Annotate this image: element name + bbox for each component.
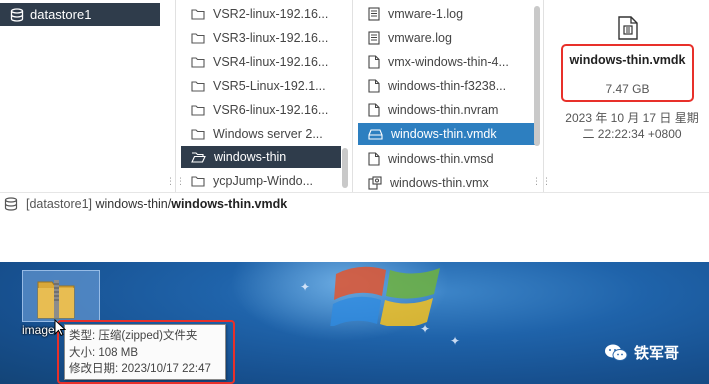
datastore-item[interactable]: datastore1 xyxy=(0,3,160,26)
folder-item[interactable]: ycpJump-Windo... xyxy=(181,170,341,192)
path-datastore: [datastore1] xyxy=(26,196,93,211)
folder-icon xyxy=(191,57,205,68)
detail-date-line-2: 二 22:22:34 +0800 xyxy=(582,127,682,141)
detail-modified-date: 2023 年 10 月 17 日 星期 二 22:22:34 +0800 xyxy=(557,110,707,142)
file-item[interactable]: vmware-1.log xyxy=(358,3,536,25)
file-icon xyxy=(368,79,380,93)
folder-item[interactable]: VSR2-linux-192.16... xyxy=(181,3,341,25)
file-label: windows-thin.nvram xyxy=(388,103,499,117)
folder-icon xyxy=(191,9,205,20)
watermark-text: 铁军哥 xyxy=(634,345,680,362)
datastore-browser: datastore1 VSR2-linux-192.16... VSR3-lin… xyxy=(0,0,709,192)
folder-icon xyxy=(191,81,205,92)
log-file-icon xyxy=(368,7,380,21)
windows-logo-wallpaper xyxy=(330,266,440,326)
folder-label: windows-thin xyxy=(214,150,287,164)
folder-icon xyxy=(191,33,205,44)
folder-icon xyxy=(191,176,205,187)
zip-folder-icon[interactable] xyxy=(36,274,76,320)
scrollbar[interactable] xyxy=(534,6,540,146)
file-item[interactable]: vmware.log xyxy=(358,27,536,49)
path-folder: windows-thin/ xyxy=(95,196,172,211)
datastore-icon xyxy=(4,196,18,211)
folder-label: VSR4-linux-192.16... xyxy=(213,55,329,69)
vmdk-file-icon xyxy=(618,16,638,40)
file-item[interactable]: windows-thin-f3238... xyxy=(358,75,536,97)
file-label: vmx-windows-thin-4... xyxy=(388,55,509,69)
vm-config-icon xyxy=(368,176,382,190)
datastore-label: datastore1 xyxy=(30,7,92,22)
disk-icon xyxy=(368,129,383,140)
folder-item[interactable]: VSR6-linux-192.16... xyxy=(181,99,341,121)
datastore-icon xyxy=(10,7,24,22)
open-folder-icon xyxy=(191,152,206,163)
column-resize-handle[interactable]: ⋮⋮ xyxy=(532,177,551,189)
folder-item-selected[interactable]: windows-thin xyxy=(181,146,341,168)
detail-date-line-1: 2023 年 10 月 17 日 星期 xyxy=(565,111,699,125)
folder-label: VSR2-linux-192.16... xyxy=(213,7,329,21)
file-icon xyxy=(368,152,380,166)
folder-item[interactable]: VSR5-Linux-192.1... xyxy=(181,75,341,97)
file-item[interactable]: windows-thin.vmsd xyxy=(358,148,536,170)
desktop-icon-label[interactable]: image xyxy=(22,323,55,337)
file-item[interactable]: windows-thin.vmx xyxy=(358,172,536,194)
file-column: vmware-1.log vmware.log vmx-windows-thin… xyxy=(354,0,544,192)
folder-label: Windows server 2... xyxy=(213,127,323,141)
column-resize-handle[interactable]: ⋮⋮ xyxy=(166,177,185,189)
file-label: windows-thin.vmdk xyxy=(391,127,497,141)
mouse-cursor-icon xyxy=(54,319,66,337)
detail-file-name: windows-thin.vmdk xyxy=(569,53,686,67)
detail-file-size: 7.47 GB xyxy=(605,82,650,96)
wechat-icon xyxy=(605,344,628,361)
file-label: vmware-1.log xyxy=(388,7,464,21)
file-item-selected[interactable]: windows-thin.vmdk xyxy=(358,123,536,145)
folder-label: ycpJump-Windo... xyxy=(213,174,314,188)
file-item[interactable]: vmx-windows-thin-4... xyxy=(358,51,536,73)
folder-item[interactable]: Windows server 2... xyxy=(181,123,341,145)
file-label: windows-thin.vmx xyxy=(390,176,489,190)
scrollbar[interactable] xyxy=(342,148,348,188)
desktop-area: ✦ ✦ ✦ image 类型: 压缩(zipped)文件夹 大小: 108 MB… xyxy=(0,262,709,384)
log-file-icon xyxy=(368,31,380,45)
file-label: windows-thin-f3238... xyxy=(388,79,507,93)
detail-panel: windows-thin.vmdk 7.47 GB 2023 年 10 月 17… xyxy=(545,0,709,192)
folder-item[interactable]: VSR4-linux-192.16... xyxy=(181,51,341,73)
file-icon xyxy=(368,55,380,69)
sparkle-decoration: ✦ xyxy=(450,334,461,348)
highlight-annotation xyxy=(57,320,235,384)
file-icon xyxy=(368,103,380,117)
watermark: 铁军哥 xyxy=(604,342,679,363)
folder-icon xyxy=(191,129,205,140)
folder-label: VSR5-Linux-192.1... xyxy=(213,79,326,93)
path-bar: [datastore1] windows-thin/windows-thin.v… xyxy=(0,192,709,214)
file-label: windows-thin.vmsd xyxy=(388,152,494,166)
folder-icon xyxy=(191,105,205,116)
folder-label: VSR6-linux-192.16... xyxy=(213,103,329,117)
folder-item[interactable]: VSR3-linux-192.16... xyxy=(181,27,341,49)
folder-column: VSR2-linux-192.16... VSR3-linux-192.16..… xyxy=(177,0,353,192)
folder-label: VSR3-linux-192.16... xyxy=(213,31,329,45)
datastore-column: datastore1 xyxy=(0,0,176,192)
file-label: vmware.log xyxy=(388,31,452,45)
sparkle-decoration: ✦ xyxy=(300,280,311,294)
sparkle-decoration: ✦ xyxy=(420,322,431,336)
path-file: windows-thin.vmdk xyxy=(171,196,288,211)
file-item[interactable]: windows-thin.nvram xyxy=(358,99,536,121)
